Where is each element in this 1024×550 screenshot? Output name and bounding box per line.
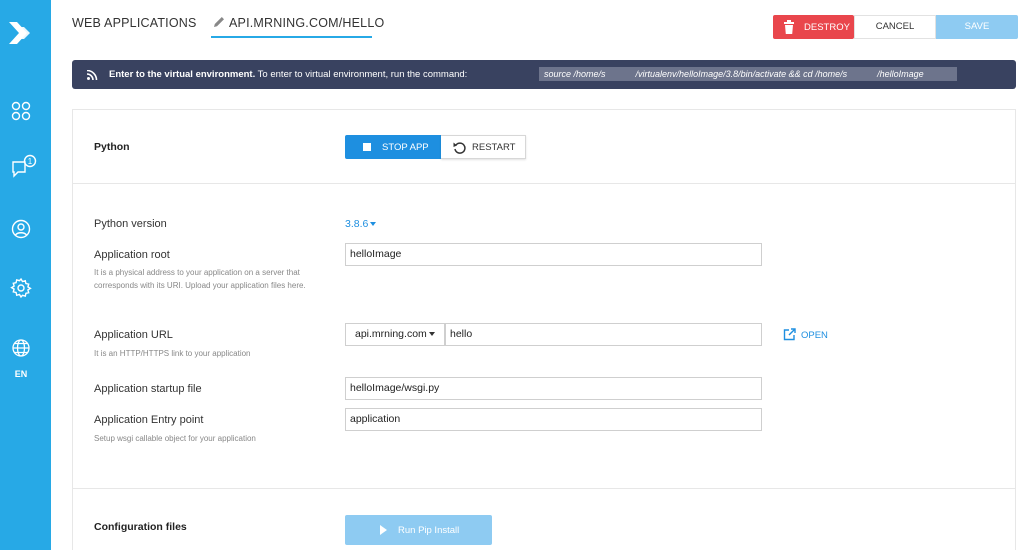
configuration-files-title: Configuration files bbox=[94, 521, 187, 533]
entry-point-label: Application Entry point bbox=[94, 414, 204, 426]
open-label: OPEN bbox=[801, 330, 828, 341]
virtualenv-command[interactable]: source /home/s /virtualenv/helloImage/3.… bbox=[539, 67, 957, 81]
chat-bubble-icon[interactable]: 1 bbox=[10, 154, 38, 180]
save-button[interactable]: SAVE bbox=[936, 15, 1018, 39]
entry-point-input[interactable]: application bbox=[345, 408, 762, 431]
trash-icon bbox=[784, 20, 794, 34]
breadcrumb-current-app[interactable]: API.MRNING.COM/HELLO bbox=[211, 14, 384, 38]
application-root-hint: It is a physical address to your applica… bbox=[94, 268, 306, 290]
rss-feed-icon bbox=[87, 70, 98, 80]
cancel-button[interactable]: CANCEL bbox=[854, 15, 936, 39]
destroy-button[interactable]: DESTROY bbox=[773, 15, 854, 39]
breadcrumb-current-label: API.MRNING.COM/HELLO bbox=[229, 16, 385, 30]
gear-icon[interactable] bbox=[10, 277, 32, 299]
application-url-label: Application URL bbox=[94, 329, 173, 341]
play-icon bbox=[380, 525, 387, 535]
application-url-path-input[interactable]: hello bbox=[445, 323, 762, 346]
application-url-hint: It is an HTTP/HTTPS link to your applica… bbox=[94, 349, 251, 358]
external-link-icon bbox=[783, 328, 796, 341]
run-pip-install-label: Run Pip Install bbox=[398, 525, 460, 536]
startup-file-label: Application startup file bbox=[94, 383, 202, 395]
top-bar: WEB APPLICATIONS API.MRNING.COM/HELLO DE… bbox=[51, 0, 1024, 50]
section-divider bbox=[72, 488, 1016, 489]
apps-grid-icon[interactable] bbox=[10, 100, 32, 122]
destroy-label: DESTROY bbox=[804, 22, 850, 33]
chevron-logo-icon[interactable] bbox=[7, 18, 35, 48]
python-section-title: Python bbox=[94, 141, 130, 153]
pencil-icon bbox=[214, 17, 224, 27]
language-selector[interactable]: EN bbox=[0, 369, 42, 379]
notification-badge: 1 bbox=[28, 157, 33, 166]
stop-icon bbox=[363, 143, 371, 151]
restart-label: RESTART bbox=[472, 142, 516, 153]
virtualenv-banner: Enter to the virtual environment. To ent… bbox=[72, 60, 1016, 89]
section-divider bbox=[72, 183, 1016, 184]
python-version-dropdown[interactable]: 3.8.6 bbox=[345, 218, 377, 230]
restart-icon bbox=[453, 142, 466, 154]
banner-title: Enter to the virtual environment. bbox=[109, 69, 256, 80]
domain-value: api.mrning.com bbox=[355, 328, 427, 340]
caret-down-icon bbox=[370, 222, 377, 227]
stop-app-label: STOP APP bbox=[382, 142, 429, 153]
breadcrumb-web-applications[interactable]: WEB APPLICATIONS bbox=[72, 16, 197, 30]
application-root-input[interactable]: helloImage bbox=[345, 243, 762, 266]
banner-description: To enter to virtual environment, run the… bbox=[255, 69, 468, 80]
sidebar: 1 EN bbox=[0, 0, 51, 550]
application-root-label: Application root bbox=[94, 249, 170, 261]
banner-text: Enter to the virtual environment. To ent… bbox=[109, 69, 467, 80]
globe-icon[interactable] bbox=[10, 337, 32, 359]
user-circle-icon[interactable] bbox=[10, 218, 32, 240]
domain-select[interactable]: api.mrning.com bbox=[345, 323, 445, 346]
caret-down-icon bbox=[428, 332, 435, 337]
restart-button[interactable]: RESTART bbox=[441, 135, 526, 159]
python-version-value: 3.8.6 bbox=[345, 218, 369, 230]
entry-point-hint: Setup wsgi callable object for your appl… bbox=[94, 434, 256, 443]
python-version-label: Python version bbox=[94, 218, 167, 230]
startup-file-input[interactable]: helloImage/wsgi.py bbox=[345, 377, 762, 400]
run-pip-install-button[interactable]: Run Pip Install bbox=[345, 515, 492, 545]
stop-app-button[interactable]: STOP APP bbox=[345, 135, 441, 159]
